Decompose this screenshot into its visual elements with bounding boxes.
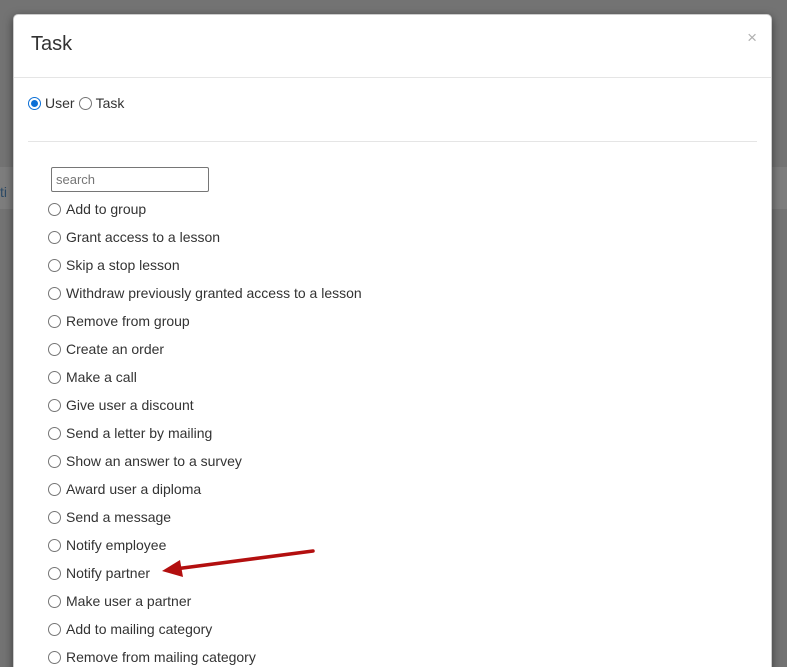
radio-user[interactable] (28, 96, 41, 110)
action-label: Send a letter by mailing (66, 425, 213, 441)
action-radio[interactable] (48, 315, 61, 328)
action-radio[interactable] (48, 259, 61, 272)
action-option[interactable]: Notify employee (48, 537, 362, 565)
action-label: Add to group (66, 201, 147, 217)
action-option[interactable]: Add to group (48, 201, 362, 229)
action-radio[interactable] (48, 203, 61, 216)
action-option[interactable]: Withdraw previously granted access to a … (48, 285, 362, 313)
backdrop-text-stub: ti (0, 184, 7, 200)
action-label: Make a call (66, 369, 137, 385)
action-option[interactable]: Add to mailing category (48, 621, 362, 649)
action-option[interactable]: Grant access to a lesson (48, 229, 362, 257)
action-radio[interactable] (48, 371, 61, 384)
action-radio[interactable] (48, 427, 61, 440)
action-list: Add to group Grant access to a lesson Skip… (48, 201, 362, 667)
modal-title: Task (31, 33, 73, 55)
radio-task[interactable] (78, 96, 92, 110)
type-option-task[interactable]: Task (78, 95, 125, 111)
search-input[interactable] (51, 167, 209, 192)
action-label: Notify employee (66, 537, 167, 553)
action-radio[interactable] (48, 595, 61, 608)
action-label: Make user a partner (66, 593, 192, 609)
action-label: Grant access to a lesson (66, 229, 221, 245)
action-radio[interactable] (48, 651, 61, 664)
action-label: Award user a diploma (66, 481, 202, 497)
action-label: Add to mailing category (66, 621, 213, 637)
divider (28, 141, 757, 142)
action-label: Create an order (66, 341, 165, 357)
action-radio[interactable] (48, 287, 61, 300)
action-option[interactable]: Skip a stop lesson (48, 257, 362, 285)
action-option[interactable]: Award user a diploma (48, 481, 362, 509)
action-option[interactable]: Make user a partner (48, 593, 362, 621)
action-label: Send a message (66, 509, 172, 525)
type-option-user[interactable]: User (28, 95, 75, 111)
action-radio[interactable] (48, 399, 61, 412)
action-option[interactable]: Remove from group (48, 313, 362, 341)
action-label: Withdraw previously granted access to a … (66, 285, 362, 301)
action-option[interactable]: Give user a discount (48, 397, 362, 425)
action-label: Remove from group (66, 313, 190, 329)
action-option[interactable]: Make a call (48, 369, 362, 397)
task-modal: Task × User Task Add to group Grant acces… (13, 14, 772, 667)
action-label: Give user a discount (66, 397, 194, 413)
action-radio[interactable] (48, 343, 61, 356)
action-radio[interactable] (48, 483, 61, 496)
action-radio[interactable] (48, 511, 61, 524)
action-label: Notify partner (66, 565, 151, 581)
action-radio[interactable] (48, 455, 61, 468)
type-option-label: User (45, 95, 75, 111)
action-label: Show an answer to a survey (66, 453, 242, 469)
action-option[interactable]: Send a letter by mailing (48, 425, 362, 453)
action-radio[interactable] (48, 539, 61, 552)
type-option-label: Task (95, 95, 125, 111)
action-option[interactable]: Notify partner (48, 565, 362, 593)
action-option[interactable]: Create an order (48, 341, 362, 369)
action-option[interactable]: Remove from mailing category (48, 649, 362, 667)
action-option[interactable]: Send a message (48, 509, 362, 537)
close-button[interactable]: × (747, 29, 757, 46)
modal-header: Task × (14, 15, 771, 78)
action-label: Skip a stop lesson (66, 257, 180, 273)
action-radio[interactable] (48, 567, 61, 580)
action-radio[interactable] (48, 623, 61, 636)
type-radio-group: User Task (28, 95, 128, 111)
action-radio[interactable] (48, 231, 61, 244)
action-option[interactable]: Show an answer to a survey (48, 453, 362, 481)
action-label: Remove from mailing category (66, 649, 256, 665)
